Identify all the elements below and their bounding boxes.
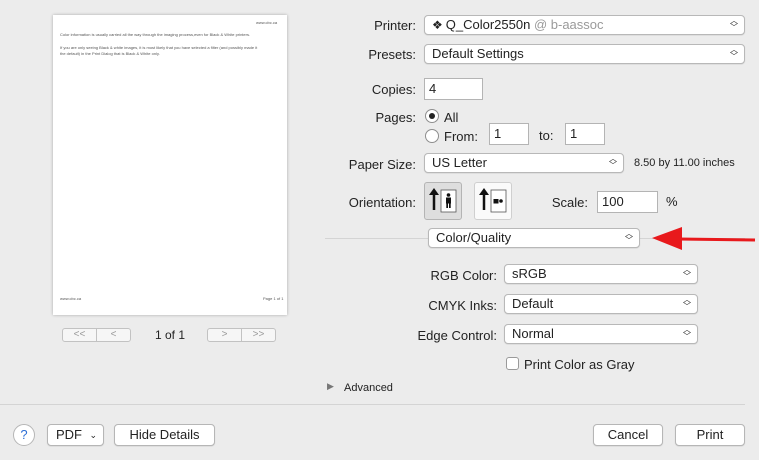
print-button[interactable]: Print xyxy=(675,424,745,446)
chevron-down-icon: ⌄ xyxy=(89,430,97,440)
cmyk-inks-label: CMYK Inks: xyxy=(428,298,497,313)
landscape-orientation-icon xyxy=(479,188,507,213)
printer-popup[interactable]: ❖ Q_Color2550n @ b-aassoc ︿ ﹀ xyxy=(424,15,745,35)
pages-all-label: All xyxy=(444,110,459,125)
chevron-updown-icon: ︿ ﹀ xyxy=(683,325,691,341)
cmyk-inks-popup[interactable]: Default ︿ ﹀ xyxy=(504,294,698,314)
footer-divider xyxy=(0,404,745,405)
pages-from-radio[interactable] xyxy=(425,129,439,143)
hide-details-button[interactable]: Hide Details xyxy=(114,424,215,446)
orientation-landscape-button[interactable] xyxy=(474,182,512,220)
edge-control-label: Edge Control: xyxy=(417,328,498,343)
preview-footer-left: www.cbc.ca xyxy=(60,296,82,301)
print-color-gray-checkbox[interactable] xyxy=(506,357,519,370)
pdf-label: PDF xyxy=(56,427,82,442)
print-color-gray-label: Print Color as Gray xyxy=(524,357,635,372)
edge-control-value: Normal xyxy=(512,326,554,341)
preview-header: www.cbc.ca xyxy=(256,20,278,25)
presets-value: Default Settings xyxy=(432,46,524,61)
pages-from-input[interactable]: 1 xyxy=(489,123,529,145)
rgb-color-label: RGB Color: xyxy=(430,268,497,283)
print-preview-page: www.cbc.ca Color information is usually … xyxy=(53,15,287,315)
pages-to-input[interactable]: 1 xyxy=(565,123,605,145)
chevron-updown-icon: ︿ ﹀ xyxy=(683,295,691,311)
pages-from-label: From: xyxy=(444,129,478,144)
pages-all-radio[interactable] xyxy=(425,109,439,123)
cancel-button[interactable]: Cancel xyxy=(593,424,663,446)
disclosure-triangle-icon[interactable]: ▶ xyxy=(327,381,334,392)
preview-text-line-2: If you are only seeing Black & white ima… xyxy=(60,45,258,50)
presets-label: Presets: xyxy=(368,47,416,62)
next-page-button[interactable]: > xyxy=(208,329,241,341)
printer-name: Q_Color2550n xyxy=(445,17,531,32)
red-arrow-annotation-icon xyxy=(652,227,756,250)
scale-unit: % xyxy=(666,194,678,209)
pdf-menu-button[interactable]: PDF ⌄ xyxy=(47,424,104,446)
preview-nav-back-group: << < xyxy=(62,328,131,342)
paper-size-label: Paper Size: xyxy=(348,157,416,172)
rgb-color-popup[interactable]: sRGB ︿ ﹀ xyxy=(504,264,698,284)
previous-page-button[interactable]: < xyxy=(96,329,130,341)
pages-to-label: to: xyxy=(539,128,554,143)
rgb-color-value: sRGB xyxy=(512,266,547,281)
page-counter: 1 of 1 xyxy=(155,328,186,342)
first-page-button[interactable]: << xyxy=(63,329,96,341)
pages-label: Pages: xyxy=(375,110,416,125)
chevron-updown-icon: ︿ ﹀ xyxy=(625,229,633,245)
preview-text-line-3: the default) in the Print Dialog that is… xyxy=(60,51,160,56)
orientation-portrait-button[interactable] xyxy=(424,182,462,220)
copies-input[interactable]: 4 xyxy=(424,78,483,100)
paper-dimensions: 8.50 by 11.00 inches xyxy=(634,157,735,169)
panel-menu-value: Color/Quality xyxy=(436,230,512,245)
cmyk-inks-value: Default xyxy=(512,296,554,311)
copies-label: Copies: xyxy=(371,82,416,97)
chevron-updown-icon: ︿ ﹀ xyxy=(609,154,617,170)
chevron-updown-icon: ︿ ﹀ xyxy=(730,45,738,61)
preview-nav-forward-group: > >> xyxy=(207,328,276,342)
panel-menu-popup[interactable]: Color/Quality ︿ ﹀ xyxy=(428,228,640,248)
printer-label: Printer: xyxy=(374,18,416,33)
paper-size-value: US Letter xyxy=(432,155,487,170)
paper-size-popup[interactable]: US Letter ︿ ﹀ xyxy=(424,153,624,173)
help-button[interactable]: ? xyxy=(13,424,35,446)
orientation-label: Orientation: xyxy=(348,195,416,210)
presets-popup[interactable]: Default Settings ︿ ﹀ xyxy=(424,44,745,64)
last-page-button[interactable]: >> xyxy=(241,329,275,341)
portrait-orientation-icon xyxy=(429,188,457,213)
scale-input[interactable]: 100 xyxy=(597,191,658,213)
preview-footer-right: Page 1 of 1 xyxy=(263,296,284,301)
chevron-updown-icon: ︿ ﹀ xyxy=(730,16,738,32)
advanced-label[interactable]: Advanced xyxy=(344,382,393,394)
chevron-updown-icon: ︿ ﹀ xyxy=(683,265,691,281)
printer-icon: ❖ xyxy=(432,18,443,32)
printer-location: @ b-aassoc xyxy=(533,17,604,32)
scale-label: Scale: xyxy=(551,195,588,210)
preview-text-line-1: Color information is usually carried all… xyxy=(60,32,251,37)
edge-control-popup[interactable]: Normal ︿ ﹀ xyxy=(504,324,698,344)
